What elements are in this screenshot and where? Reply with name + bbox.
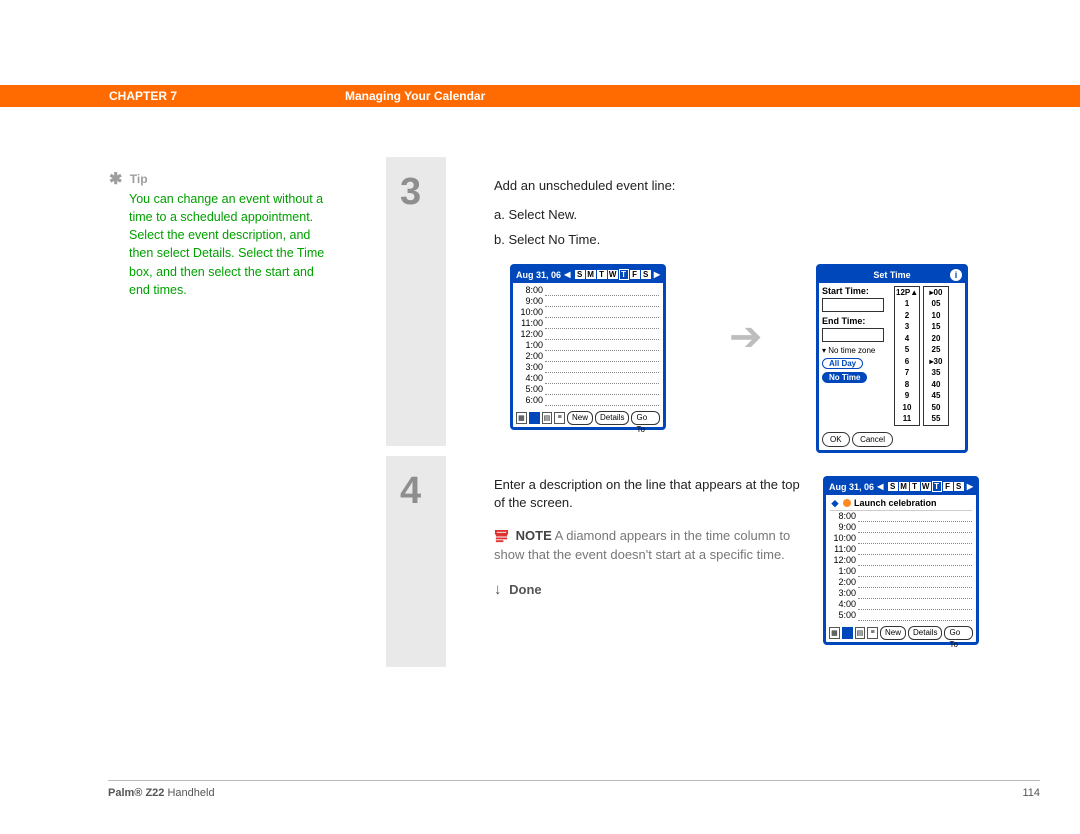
category-bullet-icon	[843, 499, 851, 507]
step3-text: Add an unscheduled event line:	[494, 177, 979, 196]
note-icon	[494, 529, 509, 544]
page-footer: Palm® Z22 Handheld 114	[108, 780, 1040, 799]
step4-text: Enter a description on the line that app…	[494, 476, 803, 514]
chapter-label: CHAPTER 7	[109, 89, 177, 103]
step3-substeps: a. Select New. b. Select No Time.	[494, 206, 979, 250]
nav-right-icon[interactable]: ▶	[654, 270, 660, 279]
diamond-icon: ◆	[830, 498, 840, 509]
palm-time-rows: 8:009:0010:0011:0012:001:002:003:004:005…	[513, 283, 663, 409]
timezone-picker[interactable]: ▾ No time zone	[822, 346, 894, 355]
nav-left-icon[interactable]: ◀	[564, 270, 570, 279]
cancel-button[interactable]: Cancel	[852, 432, 893, 447]
tip-heading: ✱ Tip	[109, 172, 331, 186]
note-label: NOTE	[516, 528, 552, 543]
view-day-icon[interactable]: ▦	[516, 412, 527, 424]
done-row: ↓ Done	[494, 581, 803, 598]
footer-product: Palm® Z22 Handheld	[108, 787, 215, 799]
new-button-2[interactable]: New	[880, 626, 906, 640]
tip-body: You can change an event without a time t…	[129, 190, 331, 299]
page-header: CHAPTER 7 Managing Your Calendar	[0, 85, 1080, 107]
view-month-icon[interactable]: ▤	[542, 412, 553, 424]
steps-column: 3 Add an unscheduled event line: a. Sele…	[386, 157, 997, 667]
palm-date: Aug 31, 06	[516, 270, 561, 280]
goto-button[interactable]: Go To	[631, 411, 660, 425]
sidebar-tip: ✱ Tip You can change an event without a …	[109, 172, 331, 299]
asterisk-icon: ✱	[109, 171, 126, 188]
palm-bottom-bar-2: ▦ ▤ ≡ New Details Go To	[826, 624, 976, 642]
step3-b: b. Select No Time.	[494, 231, 979, 250]
palm-day-view: Aug 31, 06 ◀ SMTWTFS ▶ 8:009:0010:0011:0…	[510, 264, 666, 430]
view-agenda-icon-2[interactable]: ≡	[867, 627, 878, 639]
step-4-card: 4 Enter a description on the line that a…	[386, 456, 997, 667]
step3-a: a. Select New.	[494, 206, 979, 225]
ok-button[interactable]: OK	[822, 432, 850, 447]
tip-label: Tip	[130, 172, 148, 186]
arrow-right-icon: ➔	[729, 314, 763, 360]
palm-titlebar-2: Aug 31, 06 ◀ SMTWTFS ▶	[826, 479, 976, 495]
palm-date-2: Aug 31, 06	[829, 482, 874, 492]
nav-left-icon-2[interactable]: ◀	[877, 482, 883, 491]
view-month-icon-2[interactable]: ▤	[855, 627, 866, 639]
day-picker-2[interactable]: SMTWTFS	[887, 481, 964, 492]
start-time-label: Start Time:	[822, 286, 894, 296]
notime-button[interactable]: No Time	[822, 372, 867, 383]
step4-note: NOTE A diamond appears in the time colum…	[494, 527, 803, 565]
palm-time-rows-2: 8:009:0010:0011:0012:001:002:003:004:005…	[830, 511, 972, 621]
done-arrow-icon: ↓	[494, 581, 506, 598]
view-week-icon[interactable]	[529, 412, 540, 424]
palm-bottom-bar: ▦ ▤ ≡ New Details Go To	[513, 409, 663, 427]
info-icon[interactable]: i	[950, 269, 962, 281]
hours-column[interactable]: 12P▲1234567891011	[894, 286, 920, 426]
settime-title: Set Time	[873, 270, 910, 280]
done-label: Done	[509, 582, 542, 597]
step-3-card: 3 Add an unscheduled event line: a. Sele…	[386, 157, 997, 446]
new-button[interactable]: New	[567, 411, 593, 425]
end-time-label: End Time:	[822, 316, 894, 326]
view-day-icon-2[interactable]: ▦	[829, 627, 840, 639]
allday-button[interactable]: All Day	[822, 358, 863, 369]
details-button[interactable]: Details	[595, 411, 629, 425]
palm-titlebar: Aug 31, 06 ◀ SMTWTFS ▶	[513, 267, 663, 283]
chapter-title: Managing Your Calendar	[345, 89, 485, 103]
start-time-field[interactable]	[822, 298, 884, 312]
details-button-2[interactable]: Details	[908, 626, 942, 640]
settime-titlebar: Set Time i	[819, 267, 965, 283]
step-number-3: 3	[400, 171, 421, 214]
view-week-icon-2[interactable]	[842, 627, 853, 639]
minutes-column[interactable]: ▸000510152025▸303540455055	[923, 286, 949, 426]
nav-right-icon-2[interactable]: ▶	[967, 482, 973, 491]
view-agenda-icon[interactable]: ≡	[554, 412, 565, 424]
end-time-field[interactable]	[822, 328, 884, 342]
palm-day-view-event: Aug 31, 06 ◀ SMTWTFS ▶ ◆ Launch celebrat…	[823, 476, 979, 645]
goto-button-2[interactable]: Go To	[944, 626, 973, 640]
day-picker[interactable]: SMTWTFS	[574, 269, 651, 280]
footer-page-number: 114	[1022, 787, 1040, 799]
event-text: Launch celebration	[854, 498, 937, 508]
step-number-4: 4	[400, 470, 421, 513]
unscheduled-event-row[interactable]: ◆ Launch celebration	[830, 497, 972, 511]
palm-set-time-dialog: Set Time i Start Time: End Time: ▾ No ti…	[816, 264, 968, 453]
